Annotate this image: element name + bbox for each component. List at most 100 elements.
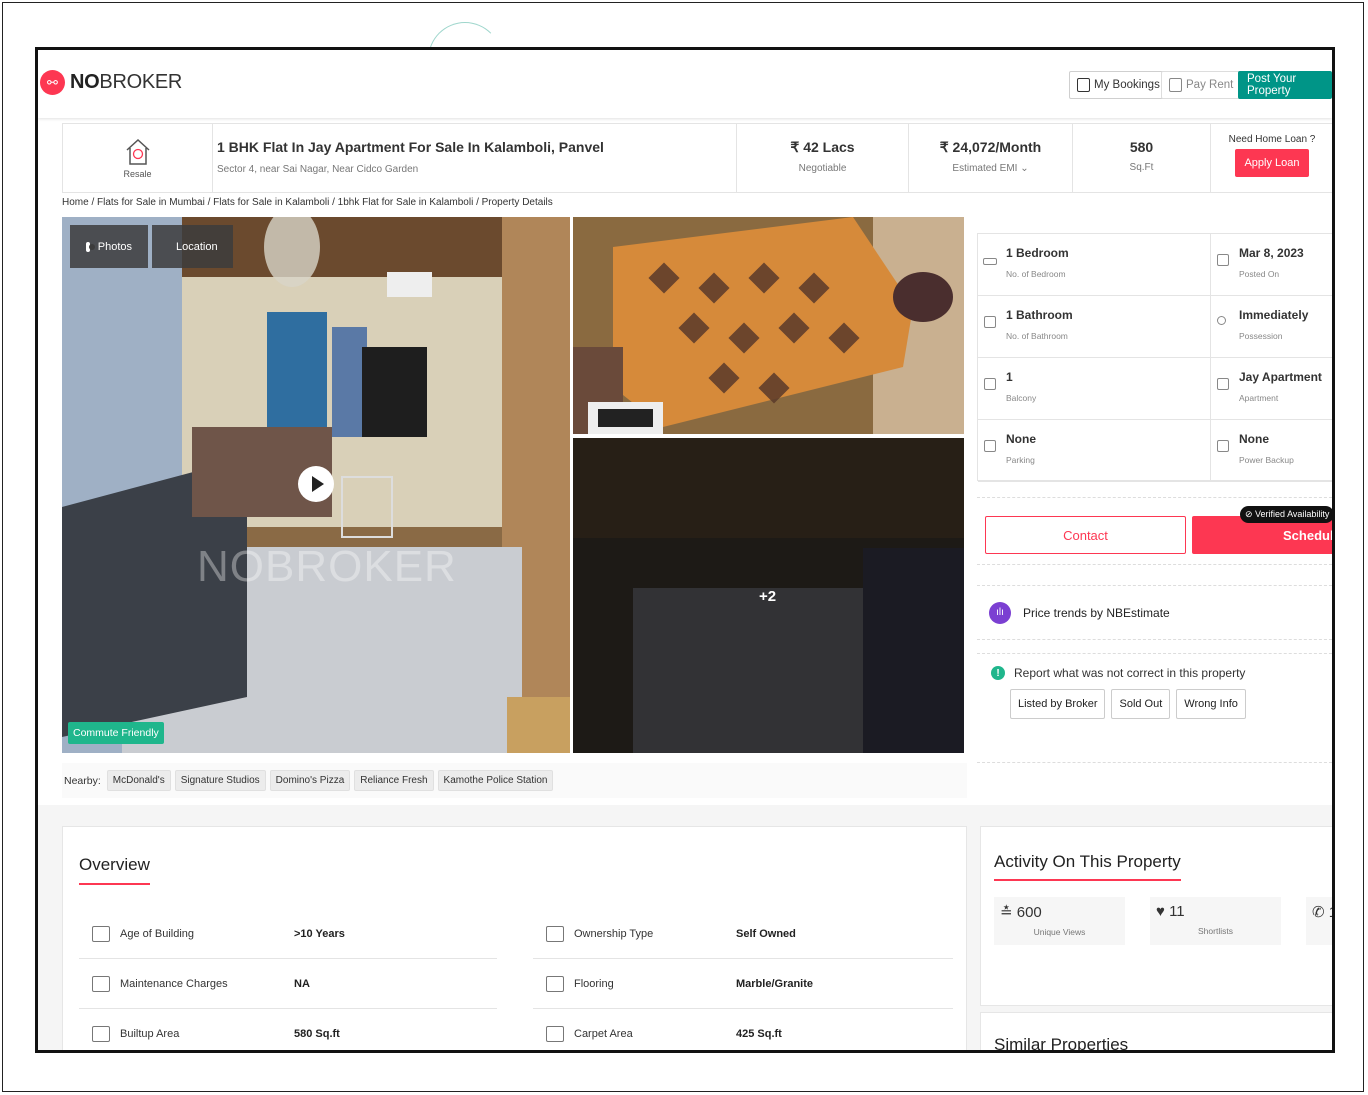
bedroom-photo[interactable] [573,217,964,434]
nobroker-logo[interactable]: ⚯ NOBROKER [40,70,182,95]
nearby-chip[interactable]: Domino's Pizza [269,770,351,791]
resale-house-icon [125,138,150,165]
commute-friendly-badge[interactable]: Commute Friendly [68,722,164,744]
contact-button[interactable]: Contact [985,516,1186,554]
price-negotiable: Negotiable [798,163,847,174]
overview-row-carpet: Carpet Area 425 Sq.ft [533,1009,953,1050]
overview-key: Flooring [574,977,614,990]
listed-by-broker-button[interactable]: Listed by Broker [1010,689,1106,719]
location-button[interactable]: Location [152,225,233,268]
overview-value: >10 Years [294,927,345,940]
bedroom-photo-image [573,217,964,434]
shortlists-count: ♥ 11 [1156,903,1185,920]
fact-value: None [1239,432,1269,446]
report-section: ! Report what was not correct in this pr… [977,653,1332,763]
unique-views-stat: ≛ 600 Unique Views [994,897,1125,945]
fact-value: 1 [1006,370,1013,384]
photos-button[interactable]: Photos [70,225,148,268]
similar-properties-title: Similar Properties [994,1035,1129,1053]
nearby-label: Nearby: [64,774,101,787]
balcony-icon [982,376,998,392]
fact-posted-on: Mar 8, 2023 Posted On [1211,234,1332,296]
more-photos-tile[interactable]: +2 [573,438,964,753]
building-age-icon [92,925,110,942]
bathroom-icon [982,314,998,330]
unique-views-count: ≛ 600 [1000,904,1042,921]
similar-properties-card: Similar Properties [980,1012,1332,1053]
fact-power-backup: None Power Backup [1211,420,1332,482]
overview-title: Overview [79,855,150,885]
overview-value: Self Owned [736,927,796,940]
verified-label: Verified Availability [1255,509,1330,519]
fact-value: Jay Apartment [1239,370,1322,384]
chart-icon: ılı [989,601,1011,624]
price-trends-link[interactable]: ılı Price trends by NBEstimate [977,585,1332,640]
photo-watermark: NOBROKER [197,542,457,591]
shortlists-stat: ♥ 11 Shortlists [1150,897,1281,945]
post-property-button[interactable]: Post Your Property [1238,71,1332,99]
more-photos-count: +2 [759,588,777,605]
emi-value: ₹ 24,072/Month [939,139,1042,155]
emi-dropdown[interactable]: Estimated EMI ⌄ [909,163,1072,174]
verified-availability-badge: ⊘ Verified Availability [1240,506,1332,523]
nearby-chip[interactable]: Signature Studios [174,770,266,791]
nearby-chip[interactable]: Kamothe Police Station [437,770,554,791]
building-icon [1215,376,1231,392]
overview-key: Age of Building [120,927,194,940]
property-title-block: 1 BHK Flat In Jay Apartment For Sale In … [213,124,737,192]
wrong-info-button[interactable]: Wrong Info [1176,689,1246,719]
activity-title: Activity On This Property [994,852,1181,881]
price-trends-label: Price trends by NBEstimate [1023,605,1170,620]
property-title: 1 BHK Flat In Jay Apartment For Sale In … [217,139,604,155]
property-type: Resale [63,124,213,192]
top-navbar: ⚯ NOBROKER My Bookings Pay Rent Post You… [38,50,1332,118]
overview-row-builtup: Builtup Area 580 Sq.ft [79,1009,497,1050]
nearby-chip[interactable]: McDonald's [106,770,171,791]
car-icon [982,438,998,454]
logo-icon: ⚯ [40,70,65,95]
price-value: ₹ 42 Lacs [790,139,855,155]
bed-icon [982,252,998,268]
shortlists-label: Shortlists [1198,926,1233,936]
ownership-icon [546,925,564,942]
nearby-chip[interactable]: Reliance Fresh [354,770,434,791]
area-cell: 580 Sq.Ft [1073,124,1211,192]
apply-loan-button[interactable]: Apply Loan [1235,149,1309,177]
activity-card: Activity On This Property ≛ 600 Unique V… [980,826,1335,1006]
overview-card: Overview Age of Building >10 Years Owner… [62,826,967,1050]
overview-key: Ownership Type [574,927,654,940]
report-text: Report what was not correct in this prop… [1014,666,1246,680]
fact-possession: Immediately Possession [1211,296,1332,358]
fact-apartment: Jay Apartment Apartment [1211,358,1332,420]
breadcrumb[interactable]: Home / Flats for Sale in Mumbai / Flats … [62,197,553,208]
fact-label: Parking [1006,455,1035,465]
main-property-photo[interactable]: Photos Location NOBROKER Commute Friendl… [62,217,570,753]
sold-out-button[interactable]: Sold Out [1111,689,1171,719]
home-loan-question: Need Home Loan ? [1228,134,1316,145]
contact-actions: Contact Schedule V ⊘ Verified Availabili… [977,497,1332,565]
carpet-area-icon [546,1025,564,1042]
my-bookings-button[interactable]: My Bookings [1069,71,1168,99]
area-value: 580 [1129,139,1154,155]
overview-row-flooring: Flooring Marble/Granite [533,959,953,1009]
unique-views-label: Unique Views [1033,927,1086,937]
calendar-icon [1215,252,1231,268]
emi-cell[interactable]: ₹ 24,072/Month Estimated EMI ⌄ [909,124,1073,192]
contacts-count: ✆ 1 [1312,904,1335,921]
my-bookings-label: My Bookings [1094,79,1160,91]
contacts-stat: ✆ 1 [1306,897,1335,945]
pay-rent-button[interactable]: Pay Rent [1161,71,1242,99]
property-facts-grid: 1 Bedroom No. of Bedroom Mar 8, 2023 Poste… [977,233,1332,482]
fact-balcony: 1 Balcony [978,358,1211,420]
fact-parking: None Parking [978,420,1211,482]
fact-label: Apartment [1239,393,1279,403]
home-loan-cell: Need Home Loan ? Apply Loan [1211,124,1332,192]
fact-value: None [1006,432,1036,446]
overview-value: 425 Sq.ft [736,1027,782,1040]
fact-label: Possession [1239,331,1283,341]
fact-bathroom: 1 Bathroom No. of Bathroom [978,296,1211,358]
overview-value: 580 Sq.ft [294,1027,340,1040]
play-video-icon[interactable] [298,466,334,502]
overview-key: Maintenance Charges [120,977,228,990]
builtup-area-icon [92,1025,110,1042]
